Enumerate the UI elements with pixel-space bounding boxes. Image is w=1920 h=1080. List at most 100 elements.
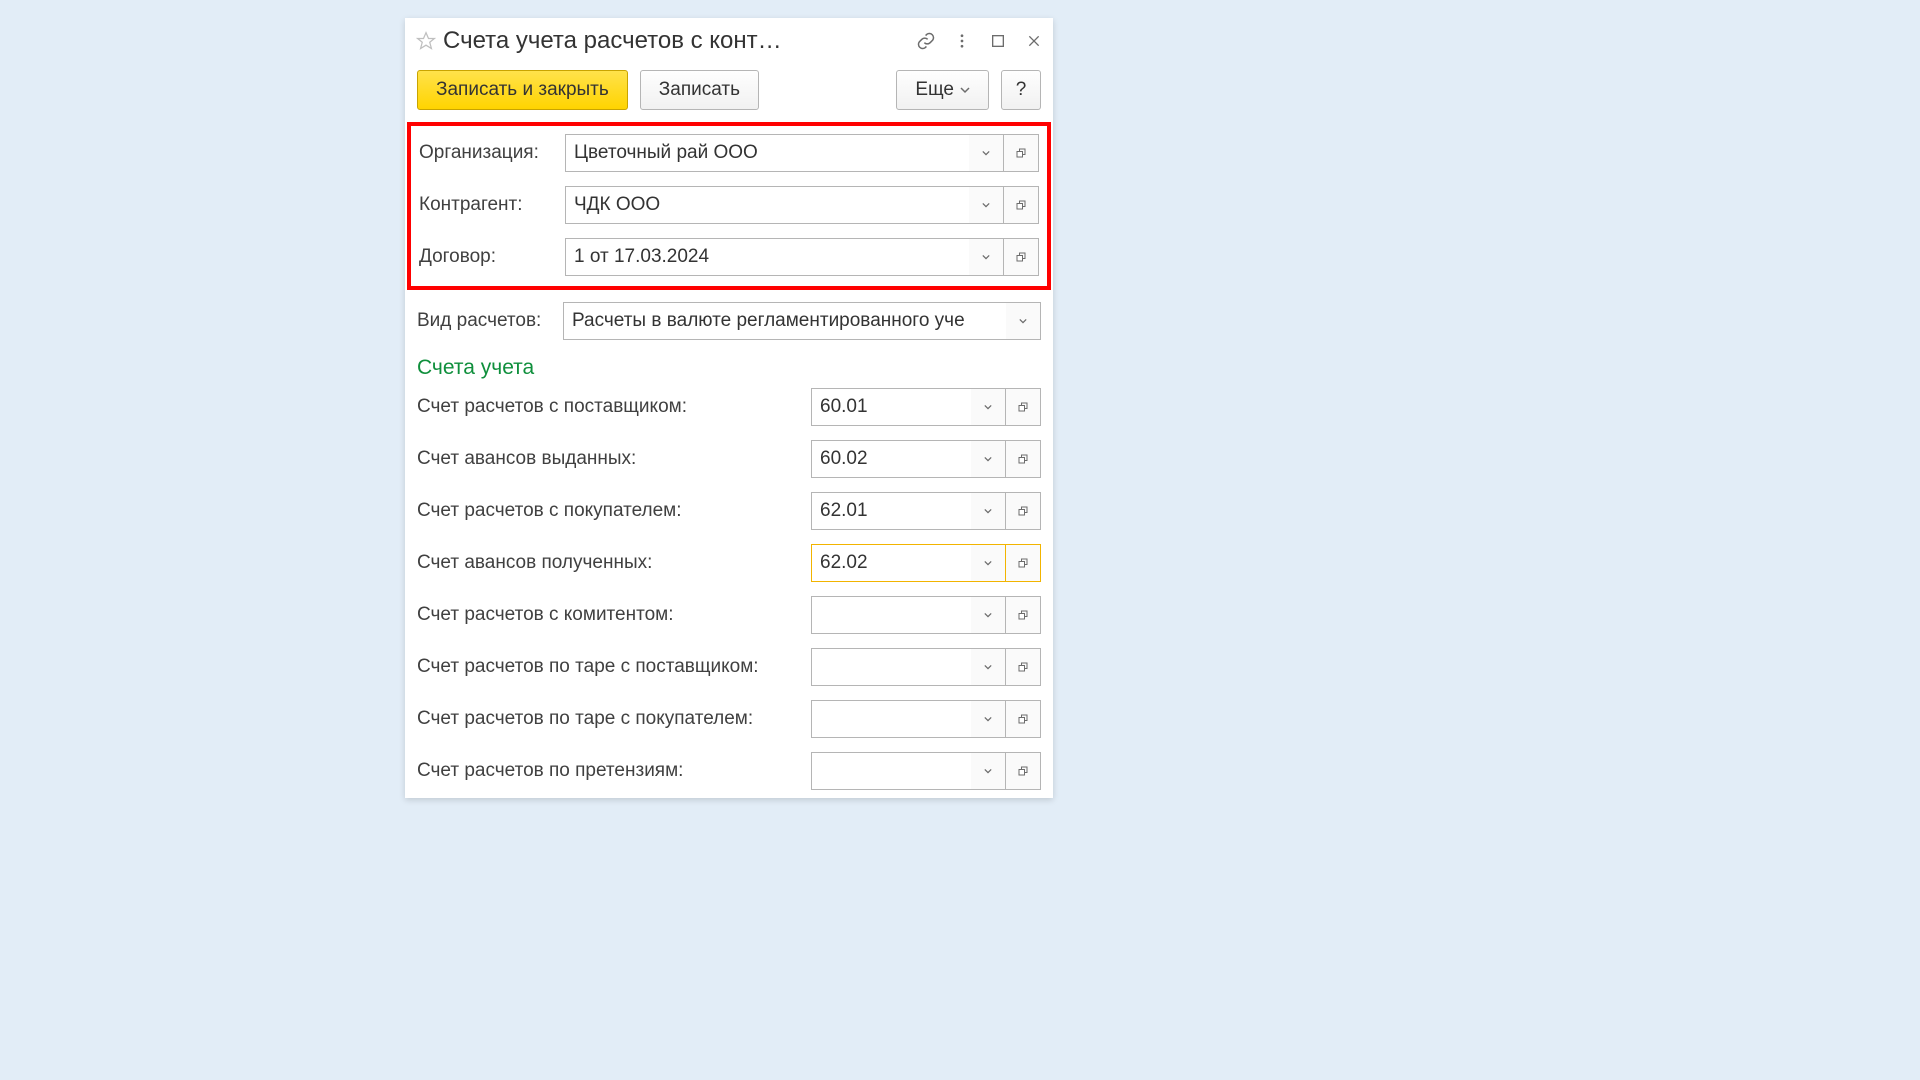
organization-dropdown-button[interactable] <box>969 134 1004 172</box>
accounts-section-title: Счета учета <box>405 340 1053 388</box>
open-icon <box>1017 609 1029 621</box>
counterparty-combo: ЧДК ООО <box>565 186 1039 224</box>
account-label: Счет авансов выданных: <box>417 448 811 470</box>
kebab-menu-icon[interactable] <box>951 30 973 52</box>
account-input[interactable] <box>811 596 971 634</box>
account-input[interactable]: 62.01 <box>811 492 971 530</box>
account-row: Счет расчетов с поставщиком:60.01 <box>417 388 1041 426</box>
organization-input[interactable]: Цветочный рай ООО <box>565 134 969 172</box>
organization-label: Организация: <box>419 142 565 164</box>
contract-open-button[interactable] <box>1004 238 1039 276</box>
open-icon <box>1017 453 1029 465</box>
account-row: Счет расчетов с покупателем:62.01 <box>417 492 1041 530</box>
toolbar: Записать и закрыть Записать Еще ? <box>405 64 1053 122</box>
open-icon <box>1015 251 1027 263</box>
link-icon[interactable] <box>915 30 937 52</box>
favorite-star-icon[interactable] <box>415 30 437 52</box>
counterparty-label: Контрагент: <box>419 194 565 216</box>
save-and-close-button[interactable]: Записать и закрыть <box>417 70 628 110</box>
settlement-type-row: Вид расчетов: Расчеты в валюте регламент… <box>417 302 1041 340</box>
more-button[interactable]: Еще <box>896 70 989 110</box>
help-button[interactable]: ? <box>1001 70 1041 110</box>
account-row: Счет расчетов по таре с поставщиком: <box>417 648 1041 686</box>
settlement-type-row-container: Вид расчетов: Расчеты в валюте регламент… <box>405 290 1053 340</box>
account-combo: 62.01 <box>811 492 1041 530</box>
account-open-button[interactable] <box>1006 648 1041 686</box>
save-label: Записать <box>659 79 740 101</box>
settlement-type-dropdown-button[interactable] <box>1006 302 1041 340</box>
organization-row: Организация: Цветочный рай ООО <box>419 134 1039 172</box>
account-dropdown-button[interactable] <box>971 492 1006 530</box>
account-label: Счет расчетов по таре с поставщиком: <box>417 656 811 678</box>
open-icon <box>1015 199 1027 211</box>
help-label: ? <box>1016 79 1027 101</box>
open-icon <box>1017 401 1029 413</box>
account-dropdown-button[interactable] <box>971 544 1006 582</box>
account-open-button[interactable] <box>1006 544 1041 582</box>
save-and-close-label: Записать и закрыть <box>436 79 609 101</box>
account-row: Счет авансов полученных:62.02 <box>417 544 1041 582</box>
account-input[interactable] <box>811 752 971 790</box>
counterparty-dropdown-button[interactable] <box>969 186 1004 224</box>
account-dropdown-button[interactable] <box>971 388 1006 426</box>
account-dropdown-button[interactable] <box>971 648 1006 686</box>
account-dropdown-button[interactable] <box>971 700 1006 738</box>
account-label: Счет расчетов с покупателем: <box>417 500 811 522</box>
open-icon <box>1017 765 1029 777</box>
chevron-down-icon <box>984 455 992 463</box>
header-fields-highlighted: Организация: Цветочный рай ООО Контраген… <box>407 122 1051 290</box>
contract-row: Договор: 1 от 17.03.2024 <box>419 238 1039 276</box>
account-open-button[interactable] <box>1006 440 1041 478</box>
counterparty-row: Контрагент: ЧДК ООО <box>419 186 1039 224</box>
maximize-icon[interactable] <box>987 30 1009 52</box>
account-combo <box>811 596 1041 634</box>
account-dropdown-button[interactable] <box>971 440 1006 478</box>
counterparty-open-button[interactable] <box>1004 186 1039 224</box>
account-combo: 60.02 <box>811 440 1041 478</box>
chevron-down-icon <box>984 507 992 515</box>
chevron-down-icon <box>982 149 990 157</box>
window-title: Счета учета расчетов с конт… <box>443 27 907 55</box>
account-combo <box>811 752 1041 790</box>
account-combo <box>811 700 1041 738</box>
account-dropdown-button[interactable] <box>971 596 1006 634</box>
contract-label: Договор: <box>419 246 565 268</box>
account-input[interactable] <box>811 700 971 738</box>
settlement-type-combo: Расчеты в валюте регламентированного уче <box>563 302 1041 340</box>
account-label: Счет расчетов по претензиям: <box>417 760 811 782</box>
contract-input[interactable]: 1 от 17.03.2024 <box>565 238 969 276</box>
account-open-button[interactable] <box>1006 492 1041 530</box>
account-row: Счет расчетов с комитентом: <box>417 596 1041 634</box>
contract-dropdown-button[interactable] <box>969 238 1004 276</box>
account-open-button[interactable] <box>1006 596 1041 634</box>
contract-combo: 1 от 17.03.2024 <box>565 238 1039 276</box>
account-open-button[interactable] <box>1006 752 1041 790</box>
account-open-button[interactable] <box>1006 700 1041 738</box>
settlement-type-input[interactable]: Расчеты в валюте регламентированного уче <box>563 302 1006 340</box>
account-combo: 62.02 <box>811 544 1041 582</box>
open-icon <box>1017 713 1029 725</box>
counterparty-input[interactable]: ЧДК ООО <box>565 186 969 224</box>
account-dropdown-button[interactable] <box>971 752 1006 790</box>
account-open-button[interactable] <box>1006 388 1041 426</box>
account-input[interactable] <box>811 648 971 686</box>
title-bar-actions <box>907 30 1045 52</box>
account-combo: 60.01 <box>811 388 1041 426</box>
account-input[interactable]: 60.01 <box>811 388 971 426</box>
chevron-down-icon <box>982 253 990 261</box>
title-bar: Счета учета расчетов с конт… <box>405 18 1053 64</box>
account-input[interactable]: 60.02 <box>811 440 971 478</box>
organization-open-button[interactable] <box>1004 134 1039 172</box>
account-input[interactable]: 62.02 <box>811 544 971 582</box>
more-label: Еще <box>915 79 954 101</box>
account-label: Счет расчетов с комитентом: <box>417 604 811 626</box>
save-button[interactable]: Записать <box>640 70 759 110</box>
chevron-down-icon <box>984 611 992 619</box>
open-icon <box>1017 557 1029 569</box>
open-icon <box>1017 661 1029 673</box>
account-combo <box>811 648 1041 686</box>
chevron-down-icon <box>984 559 992 567</box>
close-icon[interactable] <box>1023 30 1045 52</box>
chevron-down-icon <box>984 663 992 671</box>
open-icon <box>1017 505 1029 517</box>
